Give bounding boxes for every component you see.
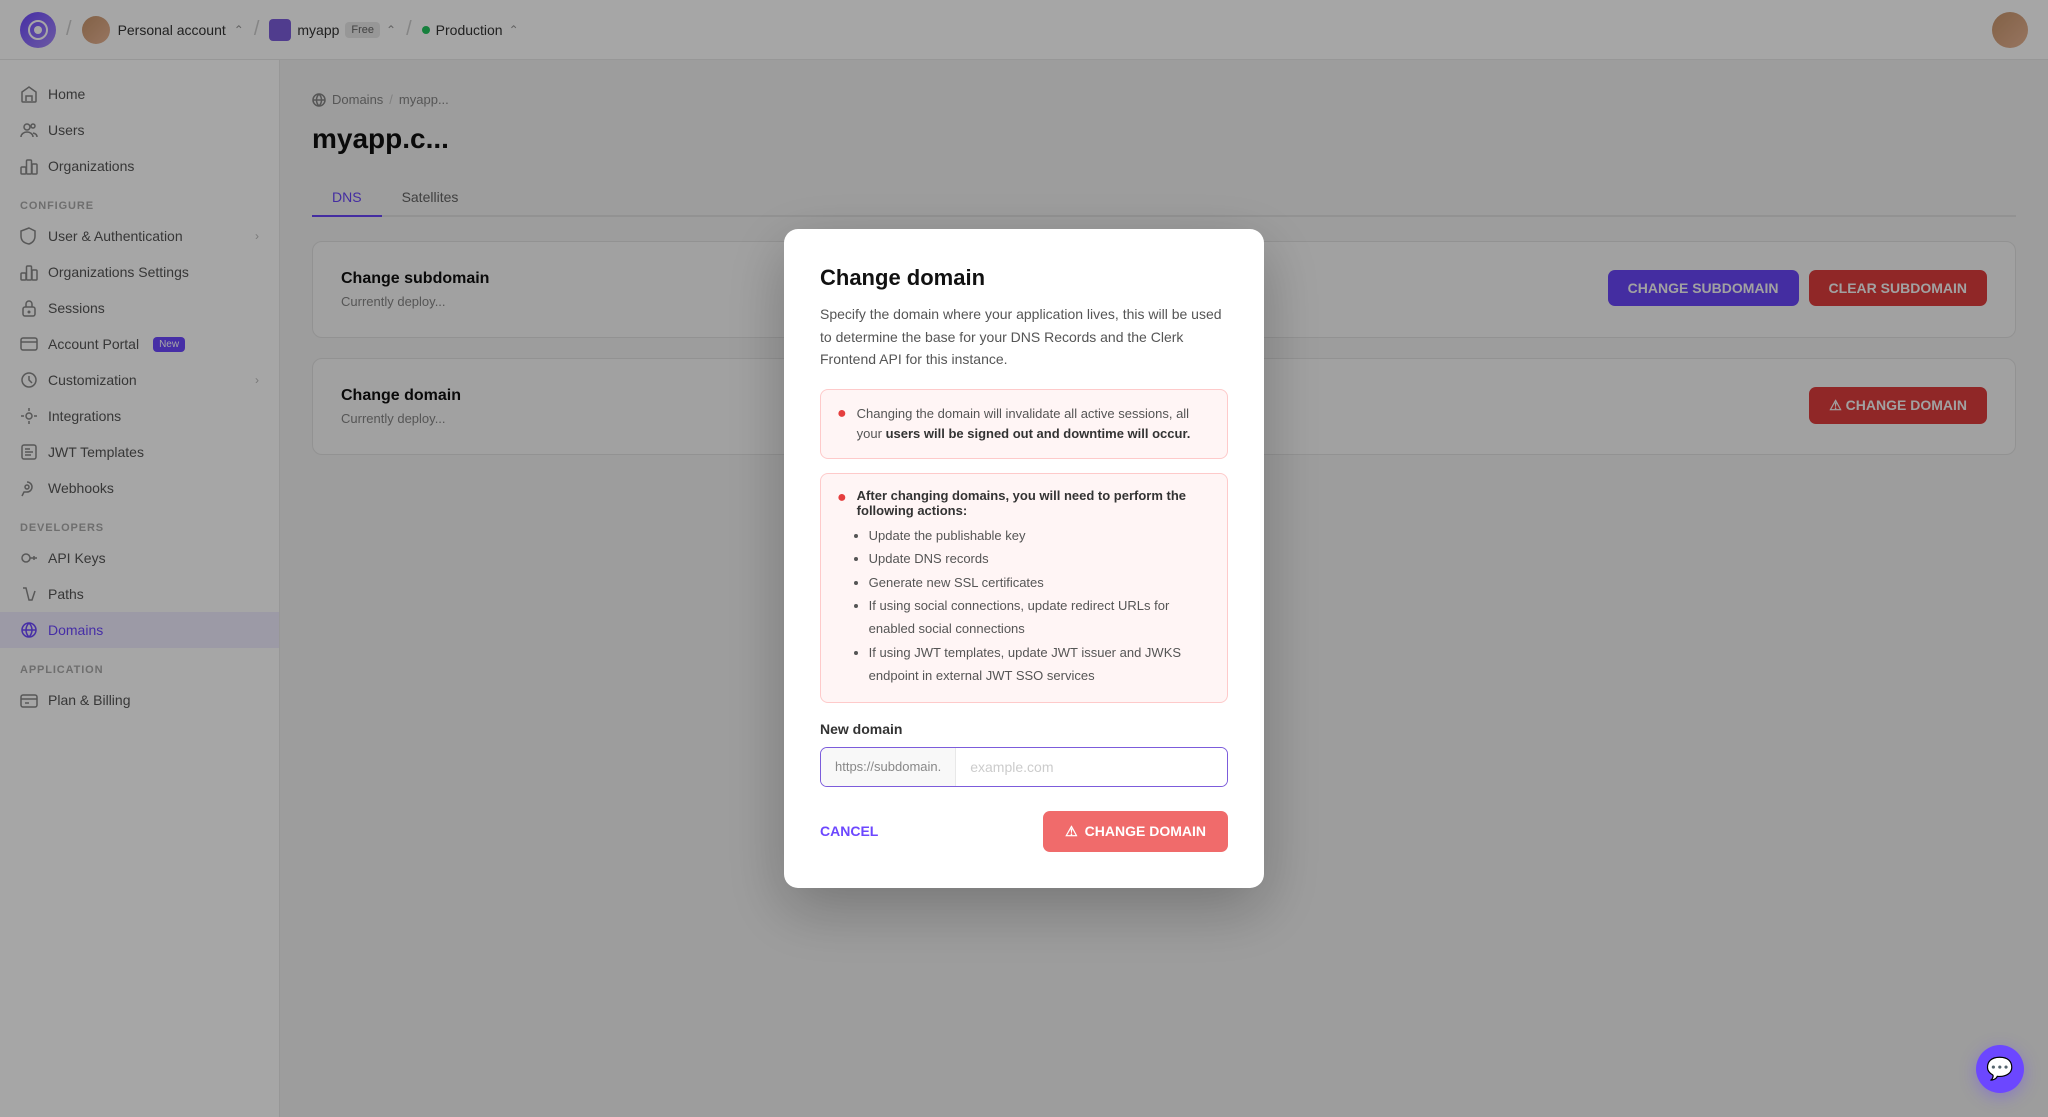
modal-warning-2-content: After changing domains, you will need to… [857,488,1211,688]
domain-input[interactable] [956,748,1227,786]
chat-icon: 💬 [1986,1056,2013,1082]
modal-warning-1: ● Changing the domain will invalidate al… [820,389,1228,459]
domain-input-row: https://subdomain. [820,747,1228,787]
modal-footer: CANCEL ⚠ CHANGE DOMAIN [820,811,1228,852]
modal-title: Change domain [820,265,1228,291]
action-item: Update DNS records [869,547,1211,570]
modal-description: Specify the domain where your applicatio… [820,303,1228,370]
action-item: Update the publishable key [869,524,1211,547]
warning1-icon: ● [837,405,847,444]
chat-support-button[interactable]: 💬 [1976,1045,2024,1093]
modal-warning-2-title: After changing domains, you will need to… [857,488,1211,518]
modal-warning-1-text: Changing the domain will invalidate all … [857,404,1211,444]
change-domain-modal: Change domain Specify the domain where y… [784,229,1264,887]
action-item: If using social connections, update redi… [869,594,1211,641]
modal-actions-list: Update the publishable key Update DNS re… [857,524,1211,688]
modal-warning-icon: ⚠ [1065,823,1078,840]
new-domain-label: New domain [820,721,1228,737]
cancel-button[interactable]: CANCEL [820,823,878,839]
action-item: If using JWT templates, update JWT issue… [869,641,1211,688]
modal-warning-2: ● After changing domains, you will need … [820,473,1228,703]
domain-prefix: https://subdomain. [821,748,956,786]
modal-overlay[interactable]: Change domain Specify the domain where y… [0,0,2048,1117]
action-item: Generate new SSL certificates [869,571,1211,594]
warning2-icon: ● [837,489,847,688]
modal-change-domain-button[interactable]: ⚠ CHANGE DOMAIN [1043,811,1228,852]
